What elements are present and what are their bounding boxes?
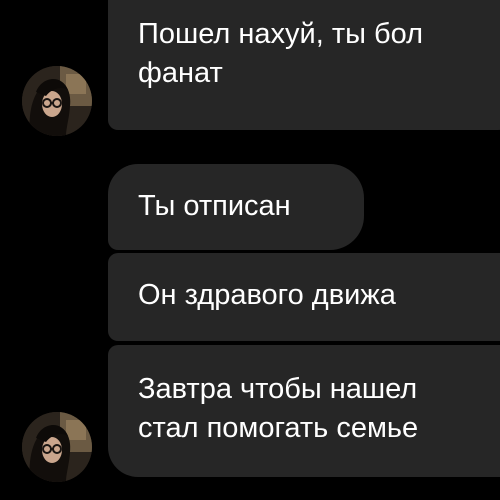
message-text-line: Завтра чтобы нашел xyxy=(138,373,418,405)
message-text-line: фанат xyxy=(138,57,223,89)
message-text-line: стал помогать семье xyxy=(138,412,419,444)
message-text-line: Он здравого движа xyxy=(138,279,396,311)
sender-avatar-icon[interactable] xyxy=(22,66,92,136)
message-bubble[interactable]: Пошел нахуй, ты бол фанат xyxy=(108,0,500,130)
message-bubble[interactable]: Ты отписан xyxy=(108,164,364,250)
message-text-line: Ты отписан xyxy=(138,190,291,222)
sender-avatar-icon[interactable] xyxy=(22,412,92,482)
avatar-photo-icon xyxy=(22,66,92,136)
chat-thread: Пошел нахуй, ты бол фанат Ты отписан Он … xyxy=(0,0,500,500)
avatar-photo-icon xyxy=(22,412,92,482)
message-bubble[interactable]: Завтра чтобы нашел стал помогать семье xyxy=(108,345,500,477)
message-bubble[interactable]: Он здравого движа xyxy=(108,253,500,341)
message-text-line: Пошел нахуй, ты бол xyxy=(138,18,424,50)
